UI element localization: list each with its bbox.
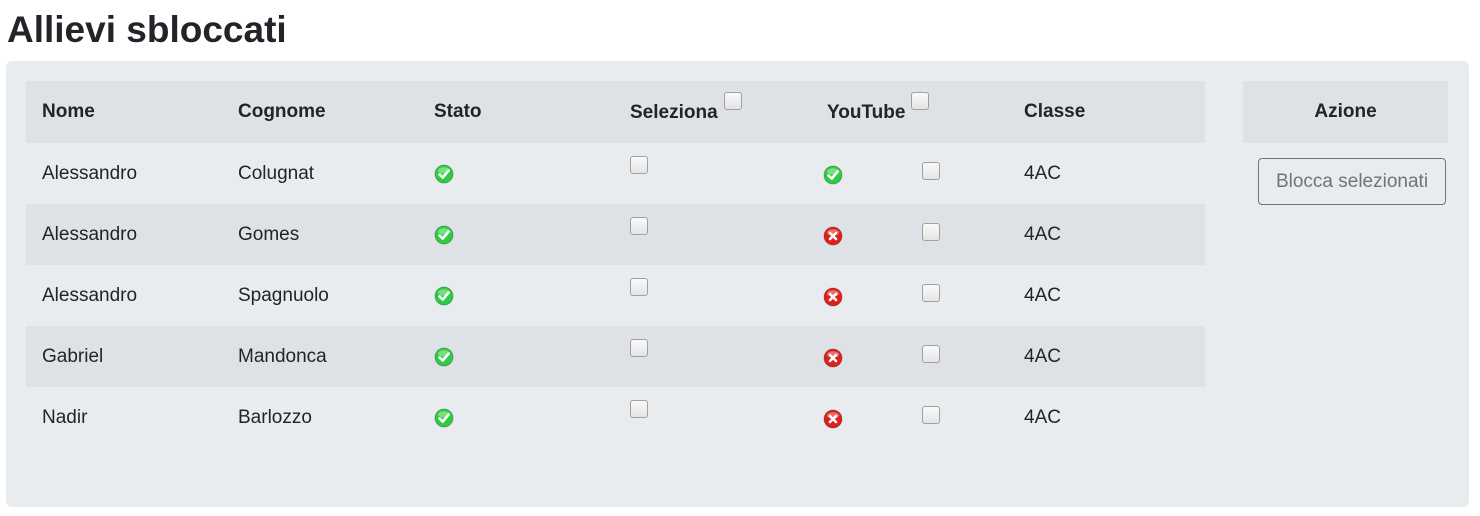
cell-classe: 4AC: [1024, 406, 1061, 428]
cell-nome: Alessandro: [42, 162, 138, 184]
action-column: Azione Blocca selezionati: [1243, 81, 1448, 205]
cell-seleziona: [614, 143, 811, 204]
main-panel: Nome Cognome Stato Seleziona YouTube Cla…: [6, 61, 1469, 507]
cell-seleziona: [614, 387, 811, 448]
students-table: Nome Cognome Stato Seleziona YouTube Cla…: [26, 81, 1205, 448]
cell-nome: Gabriel: [42, 345, 104, 367]
cell-classe: 4AC: [1024, 284, 1061, 306]
table-row: Gabriel Mandonca 4AC: [26, 326, 1205, 387]
cell-stato: [418, 204, 614, 265]
table-row: Alessandro Colugnat 4AC: [26, 143, 1205, 204]
youtube-row-checkbox[interactable]: [922, 284, 940, 302]
header-youtube: YouTube: [827, 102, 906, 123]
page-title: Allievi sbloccati: [7, 9, 287, 50]
youtube-row-checkbox[interactable]: [922, 345, 940, 363]
cell-cognome: Barlozzo: [238, 406, 312, 428]
select-row-checkbox[interactable]: [630, 155, 648, 174]
check-circle-icon: [434, 286, 454, 306]
cell-classe: 4AC: [1024, 345, 1061, 367]
x-circle-icon: [823, 287, 843, 307]
cell-nome: Nadir: [42, 406, 88, 428]
cell-nome: Alessandro: [42, 223, 138, 245]
youtube-select-all-checkbox[interactable]: [911, 92, 930, 110]
x-circle-icon: [823, 409, 843, 429]
cell-nome: Alessandro: [42, 284, 138, 306]
cell-cognome: Spagnuolo: [238, 284, 329, 306]
check-circle-icon: [434, 408, 454, 428]
cell-stato: [418, 265, 614, 326]
cell-classe: 4AC: [1024, 223, 1061, 245]
header-nome: Nome: [42, 101, 95, 122]
table-header-row: Nome Cognome Stato Seleziona YouTube Cla…: [26, 81, 1205, 143]
cell-stato: [418, 143, 614, 204]
cell-youtube: [811, 387, 1008, 448]
header-seleziona-cell: Seleziona: [614, 81, 811, 143]
cell-youtube: [811, 265, 1008, 326]
action-header: Azione: [1243, 81, 1448, 143]
table-row: Alessandro Gomes 4AC: [26, 204, 1205, 265]
cell-cognome: Mandonca: [238, 345, 327, 367]
cell-youtube: [811, 204, 1008, 265]
header-youtube-cell: YouTube: [811, 81, 1008, 143]
select-row-checkbox[interactable]: [630, 338, 648, 357]
youtube-row-checkbox[interactable]: [922, 223, 940, 241]
header-stato: Stato: [434, 101, 482, 122]
table-row: Alessandro Spagnuolo 4AC: [26, 265, 1205, 326]
cell-seleziona: [614, 265, 811, 326]
block-selected-button[interactable]: Blocca selezionati: [1258, 158, 1446, 205]
check-circle-icon: [434, 225, 454, 245]
table-row: Nadir Barlozzo 4AC: [26, 387, 1205, 448]
select-row-checkbox[interactable]: [630, 216, 648, 235]
header-cognome: Cognome: [238, 101, 326, 122]
cell-seleziona: [614, 204, 811, 265]
cell-stato: [418, 326, 614, 387]
x-circle-icon: [823, 226, 843, 246]
x-circle-icon: [823, 348, 843, 368]
cell-classe: 4AC: [1024, 162, 1061, 184]
cell-stato: [418, 387, 614, 448]
select-all-checkbox[interactable]: [723, 92, 742, 110]
header-seleziona: Seleziona: [630, 102, 718, 123]
check-circle-icon: [434, 347, 454, 367]
cell-cognome: Gomes: [238, 223, 300, 245]
youtube-row-checkbox[interactable]: [922, 162, 940, 180]
check-circle-icon: [434, 164, 454, 184]
cell-youtube: [811, 326, 1008, 387]
cell-youtube: [811, 143, 1008, 204]
select-row-checkbox[interactable]: [630, 399, 648, 418]
select-row-checkbox[interactable]: [630, 277, 648, 296]
check-circle-icon: [823, 165, 843, 185]
youtube-row-checkbox[interactable]: [922, 406, 940, 424]
header-classe: Classe: [1024, 101, 1086, 122]
cell-seleziona: [614, 326, 811, 387]
cell-cognome: Colugnat: [238, 162, 315, 184]
